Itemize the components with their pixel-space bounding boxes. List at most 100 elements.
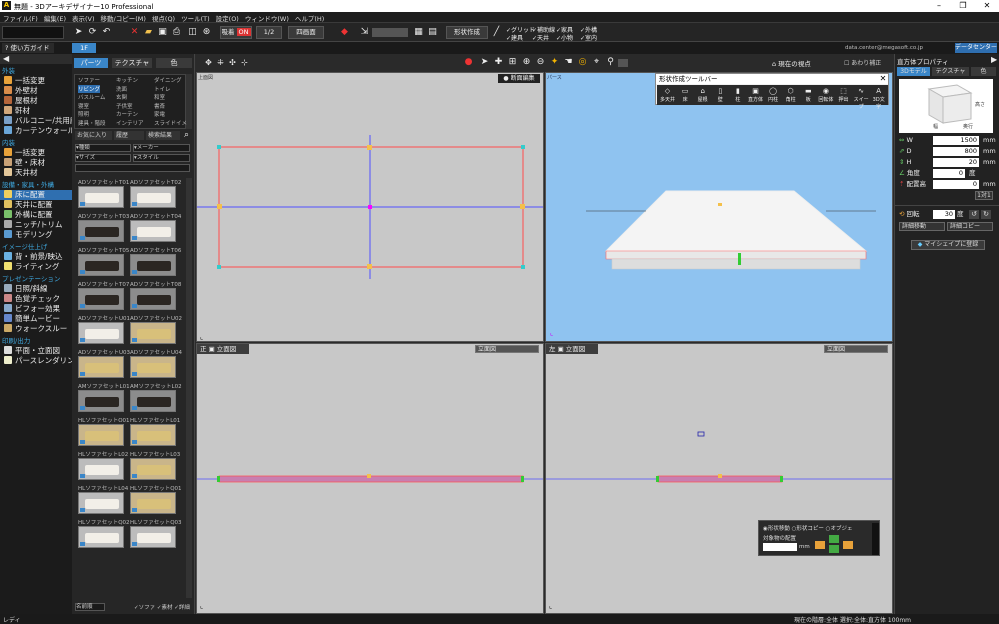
- viewport-top[interactable]: 上面図 ● 断面編集 ⌞: [196, 72, 544, 342]
- footer-options[interactable]: ✓ソファ ✓素材 ✓詳細: [134, 603, 190, 611]
- left-item-eaves[interactable]: 軒材: [0, 106, 72, 116]
- style-dropdown[interactable]: ▾スタイル: [133, 154, 190, 162]
- size-dropdown[interactable]: ▾サイズ: [75, 154, 131, 162]
- texture-ball-icon[interactable]: ●: [462, 56, 475, 69]
- select-arrow-icon[interactable]: ➤: [72, 26, 85, 39]
- category-item[interactable]: バスルーム: [78, 93, 105, 101]
- left-item-before-effect[interactable]: ビフォー効果: [0, 304, 72, 314]
- left-item-perspective-render[interactable]: パースレンダリング: [0, 356, 82, 366]
- part-thumbnail[interactable]: [130, 492, 176, 514]
- floor-tab-1f[interactable]: 1F: [72, 43, 96, 53]
- detail-copy-dropdown[interactable]: 詳細コピー: [947, 222, 993, 231]
- part-thumbnail[interactable]: [78, 254, 124, 276]
- category-item[interactable]: 子供室: [116, 102, 133, 110]
- category-item[interactable]: キッチン: [116, 76, 138, 84]
- snap-distance-input[interactable]: [763, 543, 797, 551]
- pointer-icon[interactable]: ➤: [478, 56, 491, 69]
- view-angle-field[interactable]: [618, 59, 628, 67]
- shape-button[interactable]: ▮ 柱: [729, 87, 746, 103]
- left-item-ceiling[interactable]: 天井材: [0, 168, 72, 178]
- field-angle-input[interactable]: 0: [933, 169, 965, 178]
- snap-panel-grip[interactable]: [872, 523, 879, 555]
- car-icon[interactable]: ◆: [338, 26, 351, 39]
- category-item[interactable]: 照明: [78, 110, 89, 118]
- current-viewpoint[interactable]: ⌂ 現在の視点: [772, 58, 811, 68]
- undo-icon[interactable]: ↶: [100, 26, 113, 39]
- tab-3d-model[interactable]: 3Dモデル: [897, 67, 930, 76]
- capture-icon[interactable]: ⊛: [200, 26, 213, 39]
- left-item-ceiling-place[interactable]: 天井に配置: [0, 200, 72, 210]
- shape-button[interactable]: ⬚ 押出: [835, 87, 852, 103]
- part-thumbnail[interactable]: [130, 322, 176, 344]
- register-myshape-button[interactable]: ◆ マイシェイプに登録: [911, 240, 985, 250]
- part-thumbnail[interactable]: [130, 526, 176, 548]
- category-item[interactable]: 洗面: [116, 85, 127, 93]
- usage-guide-button[interactable]: ? 使い方ガイド: [2, 43, 54, 53]
- left-item-plan-elevation[interactable]: 平面・立面図: [0, 346, 72, 356]
- part-thumbnail[interactable]: [130, 254, 176, 276]
- part-thumbnail[interactable]: [130, 390, 176, 412]
- tab-parts[interactable]: パーツ: [74, 58, 108, 68]
- viewport-perspective[interactable]: パース ⌞: [545, 72, 893, 342]
- shape-button[interactable]: ▭ 床: [677, 87, 694, 103]
- rotate-view-icon[interactable]: ⟳: [86, 26, 99, 39]
- tab-prop-texture[interactable]: テクスチャ: [932, 67, 969, 76]
- left-item-background[interactable]: 背・前景/映込: [0, 252, 72, 262]
- detail-move-dropdown[interactable]: 詳細移動: [899, 222, 945, 231]
- part-thumbnail[interactable]: [130, 458, 176, 480]
- grid-view-icon[interactable]: ▦: [412, 26, 425, 39]
- arrow-left-button[interactable]: [815, 541, 825, 549]
- save-icon[interactable]: ▣: [156, 26, 169, 39]
- left-item-roof[interactable]: 屋根材: [0, 96, 72, 106]
- search-icon[interactable]: ⌕: [181, 130, 192, 141]
- left-item-wall-floor[interactable]: 壁・床材: [0, 158, 72, 168]
- shape-button[interactable]: ▯ 壁: [712, 87, 729, 103]
- view-mode-selector[interactable]: 四画面: [288, 26, 324, 39]
- shape-button[interactable]: ∿ スイープ: [853, 87, 870, 110]
- rotation-input[interactable]: 30: [933, 210, 955, 219]
- tab-prop-color[interactable]: 色: [971, 67, 996, 76]
- shape-button[interactable]: A 3D文字: [870, 87, 887, 110]
- left-item-lighting[interactable]: ライティング: [0, 262, 72, 272]
- walk-arrow-icon[interactable]: ✦: [548, 56, 561, 69]
- page-selector[interactable]: 1/2: [256, 26, 282, 39]
- orbit-icon[interactable]: ◎: [576, 56, 589, 69]
- category-item[interactable]: 和室: [154, 93, 165, 101]
- shape-button[interactable]: ⬡ 角柱: [782, 87, 799, 103]
- left-item-walkthrough[interactable]: ウォークスルー: [0, 324, 72, 334]
- category-item[interactable]: トイレ: [154, 85, 171, 93]
- left-item-exterior-place[interactable]: 外構に配置: [0, 210, 72, 220]
- category-item[interactable]: 玄関: [116, 93, 127, 101]
- part-thumbnail[interactable]: [78, 390, 124, 412]
- hand-icon[interactable]: ☚: [562, 56, 575, 69]
- camera-view-icon[interactable]: ⌖: [590, 56, 603, 69]
- camera-icon[interactable]: ◫: [186, 26, 199, 39]
- front-view-dropdown[interactable]: 立面図: [475, 345, 539, 353]
- tab-color[interactable]: 色: [156, 58, 192, 68]
- category-item[interactable]: スライドイメ: [154, 119, 187, 127]
- thumbnail-scrollbar[interactable]: [186, 178, 192, 598]
- left-item-bulk-change-ext[interactable]: 一括変更: [0, 76, 72, 86]
- zoom-out-icon[interactable]: ⊖: [534, 56, 547, 69]
- tab-texture[interactable]: テクスチャ: [112, 58, 152, 68]
- part-thumbnail[interactable]: [78, 288, 124, 310]
- pan-icon[interactable]: ✚: [492, 56, 505, 69]
- check-small-items[interactable]: ✓小物: [556, 33, 573, 42]
- close-icon[interactable]: ✕: [878, 74, 888, 84]
- part-thumbnail[interactable]: [130, 186, 176, 208]
- history-button[interactable]: 履歴: [114, 131, 144, 140]
- wire-icon[interactable]: ▤: [426, 26, 439, 39]
- part-thumbnail[interactable]: [78, 458, 124, 480]
- left-item-niche-trim[interactable]: ニッチ/トリム: [0, 220, 72, 230]
- left-item-outer-wall[interactable]: 外壁材: [0, 86, 72, 96]
- left-item-movie[interactable]: 簡単ムービー: [0, 314, 72, 324]
- part-thumbnail[interactable]: [78, 322, 124, 344]
- check-interior[interactable]: ✓室内: [580, 33, 597, 42]
- collapse-right-icon[interactable]: ▶: [991, 55, 997, 64]
- part-thumbnail[interactable]: [78, 526, 124, 548]
- category-item[interactable]: ダイニング: [154, 76, 182, 84]
- arrow-up-button[interactable]: [829, 535, 839, 543]
- left-item-bulk-change-int[interactable]: 一括変更: [0, 148, 72, 158]
- check-ceiling[interactable]: ✓天井: [532, 33, 549, 42]
- field-w-input[interactable]: 1500: [933, 136, 979, 145]
